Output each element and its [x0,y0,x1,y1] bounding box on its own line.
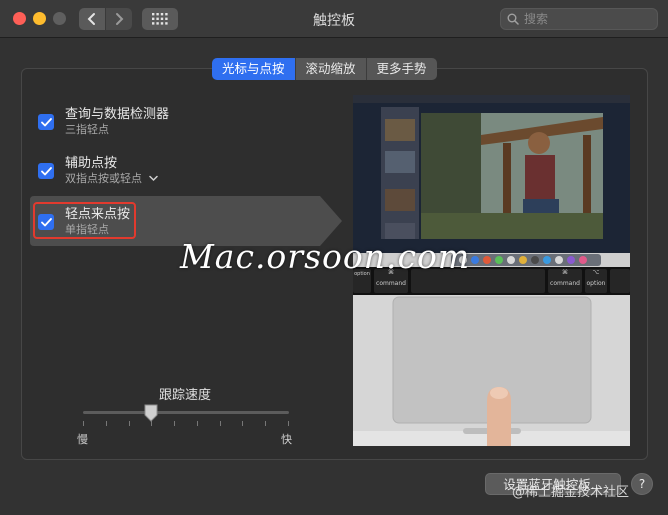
search-field[interactable] [500,8,658,30]
chevron-down-icon [148,175,158,182]
key-label: command [550,280,580,287]
slider-tick [242,421,243,426]
slider-tick [129,421,130,426]
tab-bar: 光标与点按 滚动缩放 更多手势 [212,58,437,80]
slider-min-label: 慢 [77,433,88,446]
system-preferences-window: 触控板 光标与点按 滚动缩放 更多手势 查询与数据检测器 三指轻点 辅助点按 双… [0,0,668,515]
annotation-highlight-box [33,202,136,239]
option-title: 查询与数据检测器 [65,107,170,122]
secondary-click-checkbox[interactable] [38,163,54,179]
slider-tick [197,421,198,426]
tracking-speed-label: 跟踪速度 [158,388,211,403]
slider-ticks [83,421,289,427]
tab-point-and-click[interactable]: 光标与点按 [212,58,296,80]
slider-tick [288,421,289,426]
option-subtitle: 双指点按或轻点 [65,172,142,185]
lookup-checkbox[interactable] [38,114,54,130]
search-input[interactable] [524,12,644,26]
search-icon [507,13,519,25]
key-symbol: ⌥ [592,269,600,276]
tab-scroll-and-zoom[interactable]: 滚动缩放 [295,58,367,80]
credit-watermark: @稀土掘金技术社区 [512,485,630,500]
help-button[interactable]: ? [631,473,653,495]
slider-tick [106,421,107,426]
slider-tick [83,421,84,426]
option-subtitle: 三指轻点 [65,123,109,136]
key-label: option [586,280,606,287]
key-symbol: ⌘ [562,269,568,276]
slider-max-label: 快 [281,433,292,446]
slider-knob[interactable] [144,404,158,422]
key-option-right: ⌥ option [585,269,607,287]
watermark-text: Mac.orsoon.com [180,237,471,276]
slider-tick [220,421,221,426]
checkmark-icon [40,166,52,175]
key-label: command [376,280,406,287]
title-bar: 触控板 [0,0,668,38]
option-title: 辅助点按 [65,156,118,171]
slider-tick [174,421,175,426]
secondary-click-dropdown[interactable]: 双指点按或轻点 [65,170,158,186]
checkmark-icon [40,117,52,126]
key-command-right: ⌘ command [548,269,582,287]
tracking-speed-slider[interactable] [83,411,289,414]
slider-tick [265,421,266,426]
tab-more-gestures[interactable]: 更多手势 [366,58,437,80]
